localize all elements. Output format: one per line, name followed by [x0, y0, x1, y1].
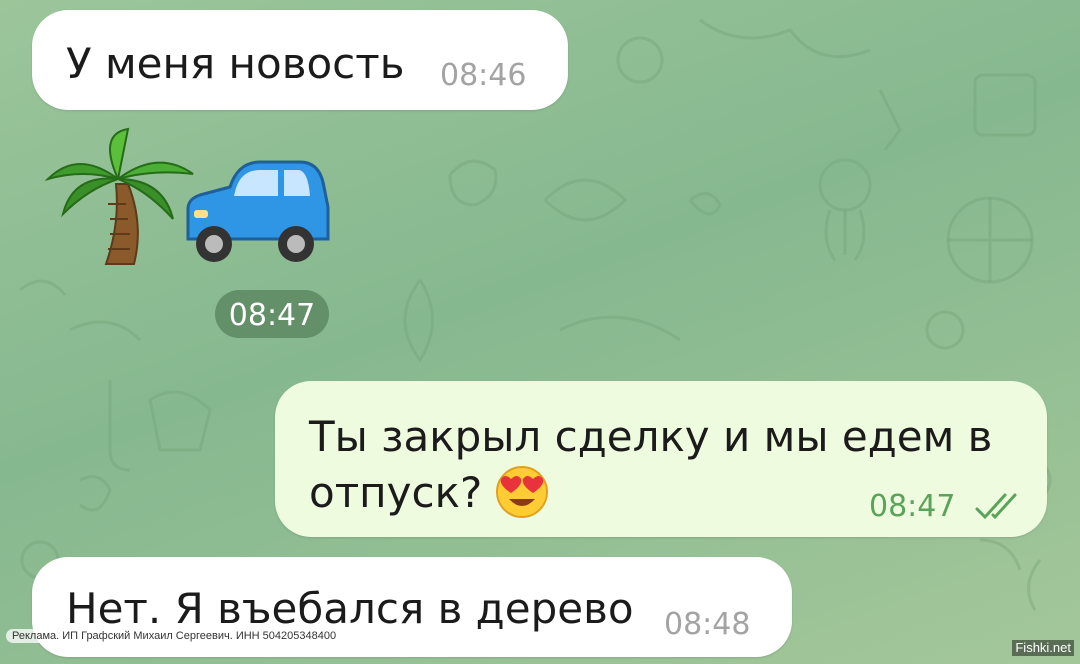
- message-text-line-1: Ты закрыл сделку и мы едем в: [309, 412, 993, 461]
- ad-disclaimer: Реклама. ИП Графский Михаил Сергеевич. И…: [6, 629, 343, 643]
- outgoing-message-bubble[interactable]: Ты закрыл сделку и мы едем в отпуск? 08:…: [275, 381, 1047, 537]
- double-check-read-icon: [975, 493, 1017, 520]
- time-label: 08:47: [228, 298, 316, 333]
- emoji-message-timestamp: 08:47: [215, 290, 329, 338]
- message-text-line-2: отпуск?: [309, 468, 483, 517]
- message-timestamp: 08:48: [664, 607, 751, 642]
- palm-tree-icon: [44, 127, 194, 265]
- watermark: Fishki.net: [1012, 640, 1074, 656]
- automobile-icon: [186, 160, 330, 262]
- emoji-message[interactable]: [38, 124, 338, 274]
- message-text: У меня новость: [66, 39, 405, 88]
- message-timestamp: 08:46: [440, 58, 527, 93]
- incoming-message-bubble[interactable]: У меня новость 08:46: [32, 10, 568, 110]
- heart-eyes-emoji-icon: [496, 466, 548, 518]
- message-timestamp: 08:47: [869, 489, 956, 524]
